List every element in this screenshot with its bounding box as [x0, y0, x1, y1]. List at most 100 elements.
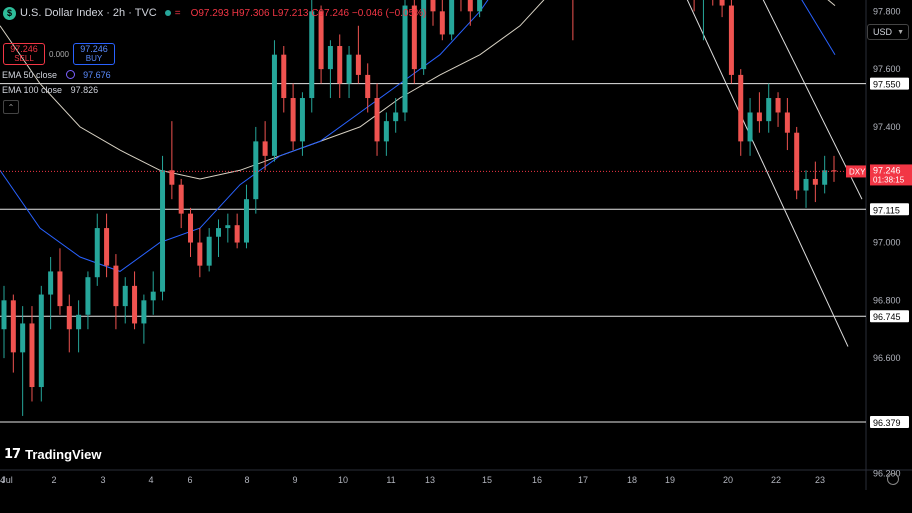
- candle-body: [1, 300, 7, 330]
- candle-body: [253, 141, 259, 200]
- candle-body: [281, 54, 287, 99]
- candle-body: [728, 5, 734, 75]
- x-tick-label: 4: [148, 475, 153, 485]
- close-value: C97.246: [311, 7, 350, 19]
- y-tick-label: 97.400: [873, 122, 901, 132]
- trade-panel: 97.246 SELL 0.000 97.246 BUY: [3, 43, 115, 65]
- candle-body: [38, 294, 44, 388]
- collapse-legend-icon[interactable]: ⌃: [3, 100, 19, 114]
- level-label: 96.745: [873, 312, 901, 322]
- candle-body: [85, 277, 91, 315]
- ema100-value: 97.826: [70, 85, 99, 95]
- y-tick-label: 96.800: [873, 295, 901, 305]
- ema50-line: [0, 0, 836, 272]
- last-price-label: 97.246: [873, 165, 901, 175]
- low-value: L97.213: [272, 7, 309, 19]
- x-tick-label: 19: [665, 475, 675, 485]
- buy-button[interactable]: 97.246 BUY: [73, 43, 115, 65]
- tradingview-watermark: 17 TradingView: [4, 447, 101, 462]
- candle-body: [430, 0, 436, 12]
- currency-label: USD: [873, 27, 893, 37]
- candle-body: [178, 184, 184, 214]
- ohlc-values: O97.293 H97.306 L97.213 C97.246 −0.046 (…: [191, 8, 427, 19]
- ema50-settings-icon[interactable]: [65, 70, 75, 79]
- x-tick-label: 15: [482, 475, 492, 485]
- candle-body: [766, 98, 772, 122]
- candle-body: [449, 0, 455, 35]
- candle-body: [20, 323, 26, 353]
- dollar-logo-icon: $: [3, 6, 16, 20]
- candle-body: [719, 0, 725, 6]
- candle-body: [365, 74, 371, 99]
- change-value: −0.046 (−0.05%): [351, 7, 427, 19]
- candle-body: [393, 112, 399, 122]
- x-tick-label: 23: [815, 475, 825, 485]
- candle-body: [803, 178, 809, 191]
- candle-body: [29, 323, 35, 388]
- candle-body: [122, 285, 128, 307]
- candle-body: [66, 306, 72, 330]
- candle-body: [215, 228, 221, 237]
- x-tick-label: 17: [578, 475, 588, 485]
- candle-body: [355, 54, 361, 75]
- chart-settings-icon[interactable]: [887, 473, 899, 485]
- candle-body: [150, 291, 156, 301]
- candle-body: [822, 170, 828, 185]
- candle-body: [113, 265, 119, 307]
- candle-body: [169, 170, 175, 185]
- buy-price: 97.246: [80, 44, 108, 54]
- candle-body: [271, 54, 277, 156]
- ema50-legend[interactable]: EMA 50 close 97.676: [2, 70, 111, 80]
- x-tick-label: 2: [51, 475, 56, 485]
- x-tick-label: 11: [386, 475, 395, 485]
- candle-body: [225, 225, 231, 229]
- x-tick-label: 9: [292, 475, 297, 485]
- x-tick-label: 13: [425, 475, 435, 485]
- symbol-title[interactable]: U.S. Dollar Index · 2h · TVC: [20, 7, 157, 19]
- trend-channel-line: [686, 0, 849, 347]
- candle-body: [10, 300, 16, 353]
- candle-body: [747, 112, 753, 142]
- y-tick-label: 96.600: [873, 353, 901, 363]
- ema100-label: EMA 100 close: [2, 85, 63, 95]
- sell-label: SELL: [14, 54, 34, 63]
- candle-body: [775, 98, 781, 113]
- ema100-legend[interactable]: EMA 100 close 97.826: [2, 85, 98, 95]
- buy-label: BUY: [85, 54, 103, 63]
- candle-body: [141, 300, 147, 324]
- chart-header: $ U.S. Dollar Index · 2h · TVC = O97.293…: [0, 0, 426, 26]
- candle-body: [234, 225, 240, 243]
- x-tick-label: 3: [100, 475, 105, 485]
- tradingview-name: TradingView: [25, 447, 102, 462]
- symbol-tag: DXY: [849, 167, 866, 176]
- candle-body: [477, 0, 483, 12]
- x-tick-label: 24: [0, 475, 5, 485]
- candle-body: [206, 236, 212, 266]
- sell-price: 97.246: [10, 44, 38, 54]
- y-tick-label: 97.800: [873, 6, 901, 16]
- candle-body: [160, 170, 166, 292]
- candle-body: [57, 271, 63, 307]
- x-tick-label: 8: [244, 475, 249, 485]
- candle-body: [756, 112, 762, 122]
- candle-body: [337, 46, 343, 84]
- y-tick-label: 97.000: [873, 238, 901, 248]
- market-status-icon: [164, 10, 171, 16]
- candle-body: [94, 228, 100, 278]
- level-label: 97.115: [873, 205, 900, 215]
- sell-button[interactable]: 97.246 SELL: [3, 43, 45, 65]
- candle-body: [784, 112, 790, 133]
- x-tick-label: 22: [771, 475, 781, 485]
- currency-selector[interactable]: USD ▼: [867, 24, 909, 40]
- x-tick-label: 18: [627, 475, 637, 485]
- price-chart[interactable]: 98.61298.30797.94197.55097.11596.74596.3…: [0, 0, 912, 513]
- ema100-line: [0, 0, 836, 180]
- candle-body: [188, 213, 194, 243]
- candle-body: [467, 0, 473, 12]
- candle-body: [197, 242, 203, 266]
- candle-body: [243, 199, 249, 243]
- open-value: O97.293: [190, 7, 229, 19]
- candle-body: [439, 11, 445, 35]
- tradingview-logo-icon: 17: [4, 447, 21, 462]
- x-tick-label: 20: [723, 475, 733, 485]
